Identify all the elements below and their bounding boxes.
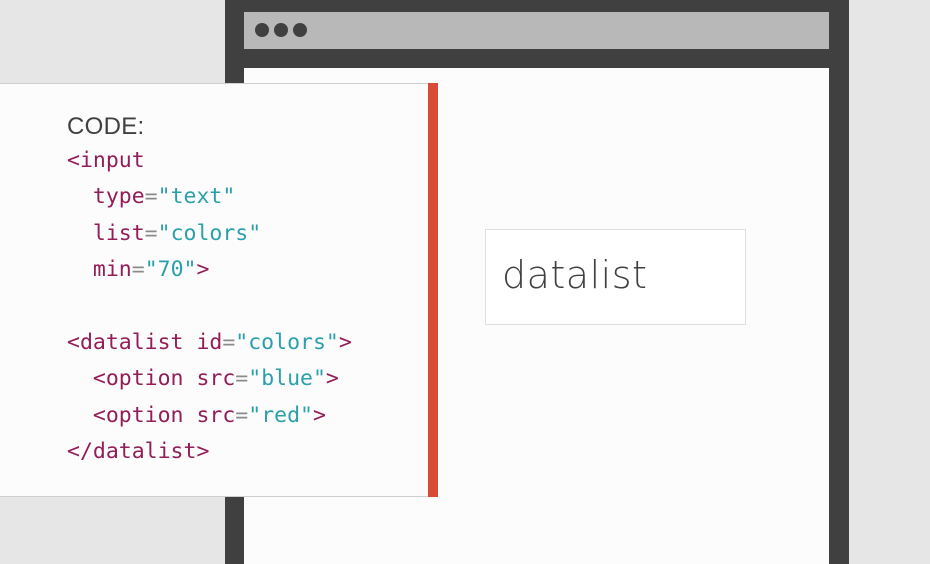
window-controls	[255, 23, 307, 37]
code-token: =	[235, 402, 249, 428]
code-token: >	[312, 402, 326, 428]
code-card-title: CODE:	[67, 113, 145, 140]
code-token: "red"	[248, 402, 313, 428]
code-token: src	[196, 366, 236, 392]
datalist-input[interactable]: datalist	[485, 229, 746, 325]
window-dot-icon[interactable]	[255, 23, 269, 37]
code-block: <input type="text" list="colors" min="70…	[67, 143, 352, 471]
code-token: =	[144, 220, 158, 246]
code-token: "colors"	[235, 330, 339, 356]
code-line: </datalist>	[67, 439, 209, 464]
code-token: type	[92, 184, 145, 210]
code-token: list	[92, 220, 145, 246]
code-line: <option src="blue">	[67, 366, 339, 391]
code-token: "text"	[157, 184, 236, 210]
code-token: "colors"	[157, 220, 262, 246]
code-token: <option	[92, 366, 197, 392]
code-token: <option	[92, 402, 197, 428]
code-token: =	[131, 257, 145, 283]
code-token: =	[235, 366, 249, 392]
code-token: >	[338, 330, 352, 356]
code-line: type="text"	[67, 184, 235, 209]
code-token: </datalist>	[67, 439, 210, 465]
code-token: min	[92, 257, 132, 283]
window-dot-icon[interactable]	[274, 23, 288, 37]
code-token: id	[196, 330, 223, 356]
code-token: src	[196, 402, 236, 428]
window-dot-icon[interactable]	[293, 23, 307, 37]
code-token: "blue"	[248, 366, 326, 392]
code-line: min="70">	[67, 257, 210, 283]
code-token: =	[144, 184, 158, 210]
code-card-accent-bar	[428, 83, 438, 497]
code-token: >	[196, 257, 210, 283]
code-line: <datalist id="colors">	[67, 330, 352, 355]
browser-toolbar	[244, 12, 829, 49]
code-line: list="colors"	[67, 221, 261, 246]
code-token: =	[222, 330, 236, 356]
code-line: <option src="red">	[67, 403, 326, 428]
code-token: "70"	[144, 257, 197, 283]
code-token: >	[325, 366, 339, 392]
code-token: <datalist	[67, 330, 197, 356]
code-token: <input	[67, 148, 145, 173]
code-line: <input	[67, 148, 145, 173]
